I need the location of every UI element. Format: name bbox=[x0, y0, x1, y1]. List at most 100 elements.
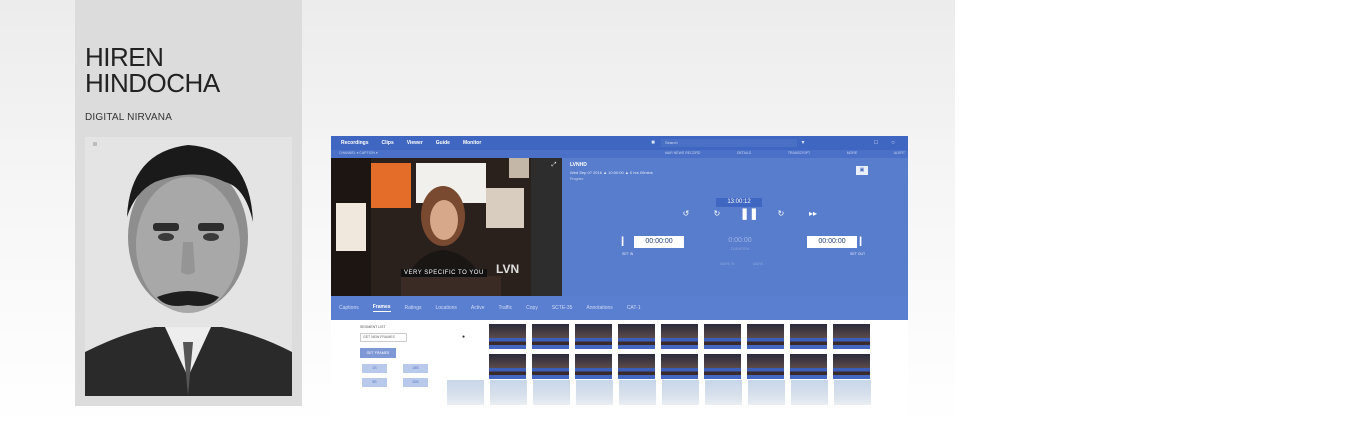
pause-icon[interactable]: ❚❚ bbox=[740, 209, 758, 220]
frame-thumbnail[interactable] bbox=[618, 324, 655, 349]
frame-thumbnail[interactable] bbox=[704, 354, 741, 379]
thumbnail-row-1 bbox=[489, 324, 876, 349]
frame-thumbnail[interactable] bbox=[705, 380, 742, 405]
step-back-icon[interactable]: ↻ bbox=[711, 209, 723, 219]
mark-label: MARK bbox=[753, 262, 764, 266]
subbar-col-transcript[interactable]: TRANSCRIPT bbox=[788, 151, 810, 155]
interval-1s-button[interactable]: 1S bbox=[362, 364, 387, 373]
frame-thumbnail[interactable] bbox=[575, 354, 612, 379]
program-label: Program bbox=[570, 177, 584, 181]
set-in-timecode[interactable]: 00:00:00 bbox=[634, 236, 684, 248]
frame-thumbnail[interactable] bbox=[532, 324, 569, 349]
frame-thumbnail[interactable] bbox=[791, 380, 828, 405]
frame-thumbnail[interactable] bbox=[533, 380, 570, 405]
fullscreen-icon[interactable]: ⤢ bbox=[550, 161, 558, 169]
frame-thumbnail[interactable] bbox=[618, 354, 655, 379]
frame-thumbnail[interactable] bbox=[619, 380, 656, 405]
nav-clips[interactable]: Clips bbox=[382, 140, 394, 146]
frame-thumbnail[interactable] bbox=[576, 380, 613, 405]
thumbnail-row-2 bbox=[489, 354, 876, 379]
search-input[interactable]: Search bbox=[661, 139, 797, 147]
frame-thumbnail[interactable] bbox=[833, 324, 870, 349]
get-frames-button[interactable]: GET FRAMES bbox=[360, 348, 396, 358]
set-in-label[interactable]: SET IN bbox=[622, 252, 633, 256]
speaker-first-name: HIREN bbox=[85, 42, 164, 72]
interval-15s-button[interactable]: 15S bbox=[403, 364, 428, 373]
fast-forward-icon[interactable]: ▸▸ bbox=[807, 209, 819, 219]
tab-cat1[interactable]: CAT-1 bbox=[627, 305, 641, 311]
nav-guide[interactable]: Guide bbox=[436, 140, 450, 146]
step-forward-icon[interactable]: ↻ bbox=[775, 209, 787, 219]
channel-caption-selectors[interactable]: CHANNEL ▾ CAPTION ▾ bbox=[339, 151, 378, 155]
app-subbar: CHANNEL ▾ CAPTION ▾ MAR NEWS RECORD DETA… bbox=[331, 150, 908, 158]
frame-thumbnail[interactable] bbox=[575, 324, 612, 349]
tab-ratings[interactable]: Ratings bbox=[405, 305, 422, 311]
bullet-icon: ● bbox=[462, 334, 466, 340]
frame-thumbnail[interactable] bbox=[790, 324, 827, 349]
thumbnail-row-3 bbox=[447, 380, 877, 405]
tab-scte35[interactable]: SCTE-35 bbox=[552, 305, 573, 311]
camera-icon[interactable]: ■ bbox=[649, 139, 657, 147]
tab-locations[interactable]: Locations bbox=[435, 305, 456, 311]
tab-traffic[interactable]: Traffic bbox=[499, 305, 513, 311]
channel-logo: LVN bbox=[496, 262, 520, 276]
segment-list-label: SEGMENT LIST bbox=[360, 325, 386, 329]
subbar-col-details[interactable]: DETAILS bbox=[737, 151, 751, 155]
subbar-col-alert[interactable]: ALERT bbox=[894, 151, 905, 155]
speaker-portrait-image bbox=[85, 137, 292, 396]
speaker-name: HIREN HINDOCHA bbox=[85, 44, 295, 96]
channel-title: LVNHD bbox=[570, 162, 587, 168]
duration-label: DURATION bbox=[730, 247, 750, 251]
save-icon[interactable]: □ bbox=[872, 139, 880, 147]
frame-thumbnail[interactable] bbox=[662, 380, 699, 405]
frame-thumbnail[interactable] bbox=[489, 324, 526, 349]
subbar-col-record[interactable]: MAR NEWS RECORD bbox=[665, 151, 700, 155]
speaker-photo bbox=[85, 137, 292, 396]
subbar-col-more[interactable]: MORE bbox=[847, 151, 858, 155]
recording-meta: Wed Sep 07 2016 ▲ 10:00:00 ▲ 0 hrs 00min… bbox=[570, 170, 653, 175]
tab-active[interactable]: Active bbox=[471, 305, 485, 311]
tab-copy[interactable]: Copy bbox=[526, 305, 538, 311]
frame-thumbnail[interactable] bbox=[748, 380, 785, 405]
interval-20s-button[interactable]: 20S bbox=[403, 378, 428, 387]
set-out-bracket-icon[interactable]: ▎ bbox=[859, 237, 867, 247]
frame-thumbnail[interactable] bbox=[834, 380, 871, 405]
frame-thumbnail[interactable] bbox=[790, 354, 827, 379]
set-in-bracket-icon[interactable]: ▎ bbox=[621, 237, 629, 247]
rewind-icon[interactable]: ↺ bbox=[680, 209, 692, 219]
feature-tabs: Captions Frames Ratings Locations Active… bbox=[331, 296, 908, 320]
nav-viewer[interactable]: Viewer bbox=[407, 140, 423, 146]
frame-thumbnail[interactable] bbox=[661, 324, 698, 349]
export-icon[interactable]: ▣ bbox=[856, 166, 868, 175]
search-dropdown-icon[interactable]: ▾ bbox=[799, 139, 807, 147]
frame-thumbnail[interactable] bbox=[661, 354, 698, 379]
set-out-timecode[interactable]: 00:00:00 bbox=[807, 236, 857, 248]
tab-annotations[interactable]: Annotations bbox=[586, 305, 612, 311]
tab-frames[interactable]: Frames bbox=[372, 304, 391, 312]
speaker-company: DIGITAL NIRVANA bbox=[85, 112, 173, 123]
tab-captions[interactable]: Captions bbox=[339, 305, 359, 311]
frame-thumbnail[interactable] bbox=[747, 354, 784, 379]
set-out-label[interactable]: SET OUT bbox=[850, 252, 865, 256]
frame-thumbnail[interactable] bbox=[747, 324, 784, 349]
frame-thumbnail[interactable] bbox=[447, 380, 484, 405]
mark-in-label: MARK IN bbox=[720, 262, 735, 266]
current-timecode: 13:00:12 bbox=[716, 198, 762, 207]
frame-thumbnail[interactable] bbox=[704, 324, 741, 349]
frame-thumbnail[interactable] bbox=[532, 354, 569, 379]
duration-timecode: 0:00:00 bbox=[728, 237, 752, 244]
video-player[interactable]: ⤢ VERY SPECIFIC TO YOU LVN bbox=[331, 158, 562, 296]
frame-thumbnail[interactable] bbox=[490, 380, 527, 405]
clip-control-panel: LVNHD Wed Sep 07 2016 ▲ 10:00:00 ▲ 0 hrs… bbox=[562, 158, 908, 296]
subbar-columns: MAR NEWS RECORD DETAILS TRANSCRIPT MORE … bbox=[665, 151, 905, 155]
settings-icon[interactable]: ○ bbox=[889, 139, 897, 147]
nav-monitor[interactable]: Monitor bbox=[463, 140, 481, 146]
frame-thumbnail[interactable] bbox=[833, 354, 870, 379]
frames-panel: SEGMENT LIST GET NEW FRAMES GET FRAMES 1… bbox=[331, 320, 908, 426]
frame-thumbnail[interactable] bbox=[489, 354, 526, 379]
closed-caption-text: VERY SPECIFIC TO YOU bbox=[401, 269, 487, 277]
nav-recordings[interactable]: Recordings bbox=[341, 140, 369, 146]
speaker-last-name: HINDOCHA bbox=[85, 68, 220, 98]
frames-field[interactable]: GET NEW FRAMES bbox=[360, 333, 407, 342]
interval-5s-button[interactable]: 5S bbox=[362, 378, 387, 387]
